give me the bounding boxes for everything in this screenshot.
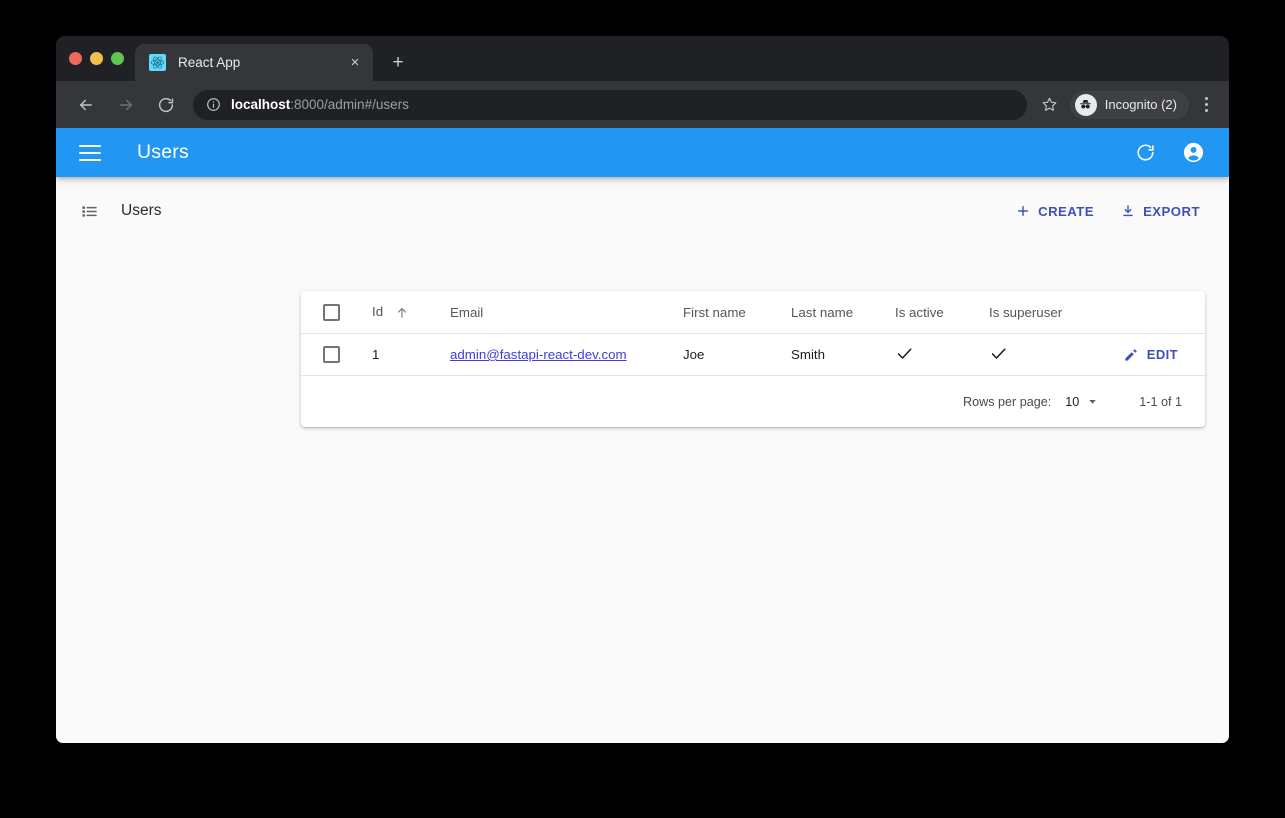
cell-actions: EDIT xyxy=(1096,334,1205,376)
page-title: Users xyxy=(137,141,1114,164)
pagination-range-label: 1-1 of 1 xyxy=(1139,395,1182,409)
header-actions: CREATE EXPORT xyxy=(1008,197,1207,225)
table-row[interactable]: 1 admin@fastapi-react-dev.com Joe Smith xyxy=(301,334,1205,376)
column-header-last-name[interactable]: Last name xyxy=(778,291,882,334)
maximize-window-button[interactable] xyxy=(111,52,124,65)
three-dot-menu-icon[interactable] xyxy=(1193,91,1219,119)
forward-arrow-icon xyxy=(111,90,141,120)
column-header-id-label: Id xyxy=(372,304,383,319)
download-icon xyxy=(1120,203,1136,219)
react-logo-icon xyxy=(149,54,166,71)
plus-icon xyxy=(1015,203,1031,219)
page-viewport: Users xyxy=(56,128,1229,743)
reload-icon[interactable] xyxy=(151,90,181,120)
cell-is-active xyxy=(882,334,976,376)
incognito-icon xyxy=(1075,94,1097,116)
page-content: Users CREATE xyxy=(56,183,1229,239)
column-header-is-active[interactable]: Is active xyxy=(882,291,976,334)
users-table: Id Email First name Last name Is act xyxy=(301,291,1205,376)
app-bar: Users xyxy=(56,128,1229,177)
url-path: :8000/admin#/users xyxy=(290,97,409,112)
address-bar[interactable]: localhost:8000/admin#/users xyxy=(193,90,1027,120)
select-all-checkbox[interactable] xyxy=(323,304,340,321)
row-select-cell xyxy=(301,334,359,376)
column-header-id[interactable]: Id xyxy=(359,291,437,334)
browser-tab-strip: React App × + xyxy=(56,36,1229,81)
edit-button-label: EDIT xyxy=(1147,347,1178,362)
profile-label: Incognito (2) xyxy=(1105,97,1177,112)
create-button-label: CREATE xyxy=(1038,204,1094,219)
check-icon xyxy=(895,344,914,363)
browser-window: React App × + xyxy=(56,36,1229,743)
table-header-row: Id Email First name Last name Is act xyxy=(301,291,1205,334)
cell-last-name: Smith xyxy=(778,334,882,376)
users-table-card: Id Email First name Last name Is act xyxy=(301,291,1205,427)
content-header: Users CREATE xyxy=(56,183,1229,239)
cell-is-superuser xyxy=(976,334,1096,376)
email-link[interactable]: admin@fastapi-react-dev.com xyxy=(450,347,627,362)
column-header-first-name[interactable]: First name xyxy=(670,291,778,334)
profile-chip[interactable]: Incognito (2) xyxy=(1070,91,1189,119)
browser-toolbar: localhost:8000/admin#/users Incognito (2… xyxy=(56,81,1229,128)
select-all-header xyxy=(301,291,359,334)
rows-per-page-select[interactable]: 10 xyxy=(1065,395,1099,409)
tab-title: React App xyxy=(178,55,343,70)
edit-button[interactable]: EDIT xyxy=(1119,342,1182,368)
account-circle-icon[interactable] xyxy=(1176,136,1210,170)
cell-id: 1 xyxy=(359,334,437,376)
cell-email: admin@fastapi-react-dev.com xyxy=(437,334,670,376)
chevron-down-icon xyxy=(1086,395,1099,408)
browser-tab[interactable]: React App × xyxy=(135,44,373,81)
refresh-icon[interactable] xyxy=(1128,136,1162,170)
new-tab-button[interactable]: + xyxy=(386,51,410,75)
column-header-email[interactable]: Email xyxy=(437,291,670,334)
url-text: localhost:8000/admin#/users xyxy=(231,97,409,112)
create-button[interactable]: CREATE xyxy=(1008,197,1101,225)
table-pagination: Rows per page: 10 1-1 of 1 xyxy=(301,376,1205,427)
cell-first-name: Joe xyxy=(670,334,778,376)
info-circle-icon[interactable] xyxy=(206,97,221,112)
list-icon xyxy=(80,202,99,221)
table-head: Id Email First name Last name Is act xyxy=(301,291,1205,334)
window-traffic-lights xyxy=(69,52,124,65)
breadcrumb-label: Users xyxy=(121,202,161,220)
export-button[interactable]: EXPORT xyxy=(1113,197,1207,225)
star-icon[interactable] xyxy=(1036,91,1064,119)
rows-per-page-value: 10 xyxy=(1065,395,1079,409)
pencil-icon xyxy=(1123,347,1139,363)
row-checkbox[interactable] xyxy=(323,346,340,363)
table-body: 1 admin@fastapi-react-dev.com Joe Smith xyxy=(301,334,1205,376)
hamburger-menu-icon[interactable] xyxy=(79,139,107,167)
arrow-up-icon xyxy=(395,306,409,320)
back-arrow-icon[interactable] xyxy=(71,90,101,120)
export-button-label: EXPORT xyxy=(1143,204,1200,219)
rows-per-page-label: Rows per page: xyxy=(963,395,1051,409)
column-header-is-superuser[interactable]: Is superuser xyxy=(976,291,1096,334)
column-header-actions xyxy=(1096,291,1205,334)
close-window-button[interactable] xyxy=(69,52,82,65)
minimize-window-button[interactable] xyxy=(90,52,103,65)
breadcrumb: Users xyxy=(80,202,1008,221)
close-tab-icon[interactable]: × xyxy=(343,51,367,75)
url-host: localhost xyxy=(231,97,290,112)
check-icon xyxy=(989,344,1008,363)
